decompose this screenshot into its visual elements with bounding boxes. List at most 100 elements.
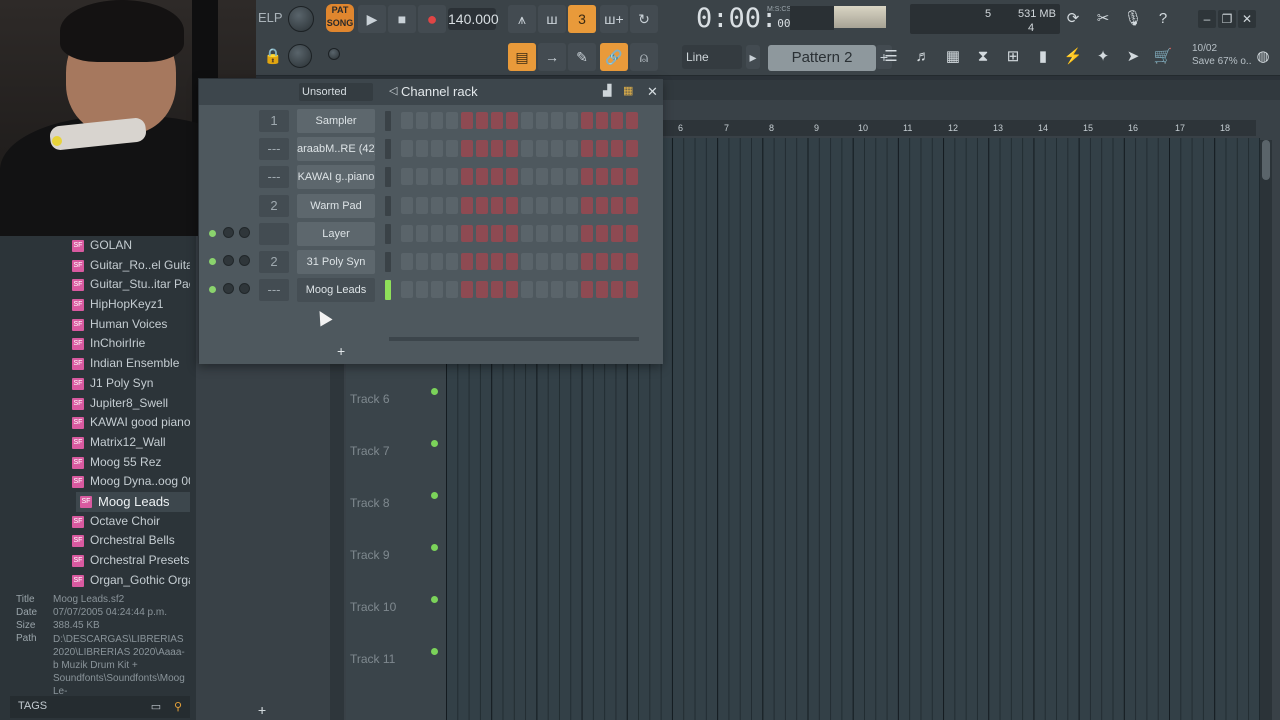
master-volume-knob[interactable]	[288, 6, 314, 32]
browser-item[interactable]: SF GOLAN	[68, 236, 190, 256]
step-button[interactable]	[446, 224, 458, 242]
step-sequencer-icon[interactable]: ▦	[623, 84, 633, 97]
news-panel[interactable]: 10/02 Save 67% o..	[1192, 42, 1251, 68]
audio-input-icon[interactable]: 🎙	[1120, 6, 1146, 32]
step-button[interactable]	[461, 168, 473, 186]
plugin-icon[interactable]: ⚡	[1060, 44, 1086, 70]
playlist-window-icon[interactable]: ☰	[878, 44, 904, 70]
step-button[interactable]	[446, 112, 458, 129]
step-button[interactable]	[446, 140, 458, 158]
project-icon[interactable]: ▮	[1030, 44, 1056, 70]
step-button[interactable]	[506, 112, 518, 129]
pencil-icon[interactable]: ✎	[568, 43, 596, 71]
channel-volume-knob[interactable]	[239, 255, 250, 266]
step-button[interactable]	[446, 196, 458, 214]
channel-mixer-track[interactable]: ---	[259, 279, 289, 302]
step-button[interactable]	[461, 112, 473, 129]
step-button[interactable]	[596, 112, 608, 129]
step-button[interactable]	[476, 196, 488, 214]
lock-icon[interactable]: 🔒	[260, 44, 286, 70]
step-button[interactable]	[536, 140, 548, 158]
step-button[interactable]	[401, 140, 413, 158]
step-button[interactable]	[491, 196, 503, 214]
step-button[interactable]	[476, 112, 488, 129]
step-button[interactable]	[581, 112, 593, 129]
channel-mixer-track[interactable]	[259, 222, 289, 245]
help-menu[interactable]: ELP	[258, 10, 283, 25]
channel-filter-select[interactable]: Unsorted	[299, 83, 373, 101]
browser-item[interactable]: SF Indian Ensemble	[68, 354, 190, 374]
track-header[interactable]: Track 7	[346, 440, 442, 496]
channel-select-indicator[interactable]	[385, 252, 391, 272]
close-icon[interactable]: ✕	[1238, 10, 1256, 28]
scrollbar-thumb[interactable]	[1262, 140, 1270, 180]
step-button[interactable]	[551, 196, 563, 214]
pat-song-toggle[interactable]: PAT SONG	[326, 4, 354, 32]
step-button[interactable]	[596, 281, 608, 299]
step-button[interactable]	[401, 196, 413, 214]
step-button[interactable]	[521, 224, 533, 242]
step-button[interactable]	[626, 253, 638, 270]
step-button[interactable]	[626, 140, 638, 158]
step-button[interactable]	[506, 168, 518, 186]
channel-name-button[interactable]: Moog Leads	[297, 278, 375, 303]
channel-mixer-track[interactable]: ---	[259, 166, 289, 189]
step-button[interactable]	[491, 112, 503, 129]
step-button[interactable]	[431, 281, 443, 299]
step-button[interactable]	[626, 168, 638, 186]
step-button[interactable]	[401, 281, 413, 299]
step-button[interactable]	[551, 224, 563, 242]
track-mute-led[interactable]	[431, 544, 438, 551]
browser-item[interactable]: SF Orchestral Presets	[68, 551, 190, 571]
channel-volume-knob[interactable]	[239, 226, 250, 238]
track-header[interactable]: Track 10	[346, 596, 442, 652]
channel-name-button[interactable]: 31 Poly Syn	[297, 250, 375, 274]
step-button[interactable]	[491, 281, 503, 299]
step-button[interactable]	[506, 281, 518, 299]
step-button[interactable]	[626, 281, 638, 299]
step-button[interactable]	[491, 168, 503, 186]
step-button[interactable]	[521, 140, 533, 158]
slider-handle[interactable]	[328, 48, 340, 60]
step-button[interactable]	[611, 253, 623, 270]
step-button[interactable]	[596, 224, 608, 242]
step-button[interactable]	[596, 253, 608, 270]
channel-mixer-track[interactable]: 2	[259, 251, 289, 273]
step-button[interactable]	[416, 196, 428, 214]
metronome-bell-icon[interactable]: ⍝	[630, 43, 658, 71]
minimize-icon[interactable]: –	[1198, 10, 1216, 28]
step-button[interactable]	[611, 112, 623, 129]
step-button[interactable]	[566, 253, 578, 270]
step-button[interactable]	[506, 224, 518, 242]
master-pitch-knob[interactable]	[288, 44, 312, 68]
channel-mute-led[interactable]	[209, 229, 216, 237]
step-button[interactable]	[581, 168, 593, 186]
step-button[interactable]	[536, 112, 548, 129]
track-header[interactable]: Track 9	[346, 544, 442, 600]
browser-item[interactable]: SF Organ_Gothic Organ	[68, 571, 190, 588]
step-button[interactable]	[581, 253, 593, 270]
step-button[interactable]	[506, 140, 518, 158]
step-button[interactable]	[491, 224, 503, 242]
step-button[interactable]	[581, 224, 593, 242]
track-header[interactable]: Track 11	[346, 648, 442, 704]
step-button[interactable]	[611, 196, 623, 214]
step-button[interactable]	[611, 224, 623, 242]
tools-icon[interactable]: ✂	[1090, 6, 1116, 32]
browser-item[interactable]: SF Moog Dyna..oog 001	[68, 472, 190, 492]
play-button[interactable]: ▶	[358, 5, 386, 33]
channel-rack-titlebar[interactable]: Unsorted ◁ Channel rack ▟ ▦ ✕	[199, 79, 663, 105]
channel-volume-knob[interactable]	[239, 283, 250, 295]
track-mute-led[interactable]	[431, 648, 438, 655]
pattern-prev-icon[interactable]: ▸	[746, 45, 760, 69]
channel-name-button[interactable]: KAWAI g..piano	[297, 165, 375, 190]
step-button[interactable]	[506, 196, 518, 214]
step-button[interactable]	[521, 168, 533, 186]
step-button[interactable]	[566, 224, 578, 242]
browser-item[interactable]: SF Moog 55 Rez	[68, 453, 190, 473]
channel-select-indicator[interactable]	[385, 167, 391, 188]
step-button[interactable]	[611, 168, 623, 186]
step-button[interactable]	[431, 253, 443, 270]
channel-name-button[interactable]: Warm Pad	[297, 193, 375, 218]
step-button[interactable]	[491, 253, 503, 270]
